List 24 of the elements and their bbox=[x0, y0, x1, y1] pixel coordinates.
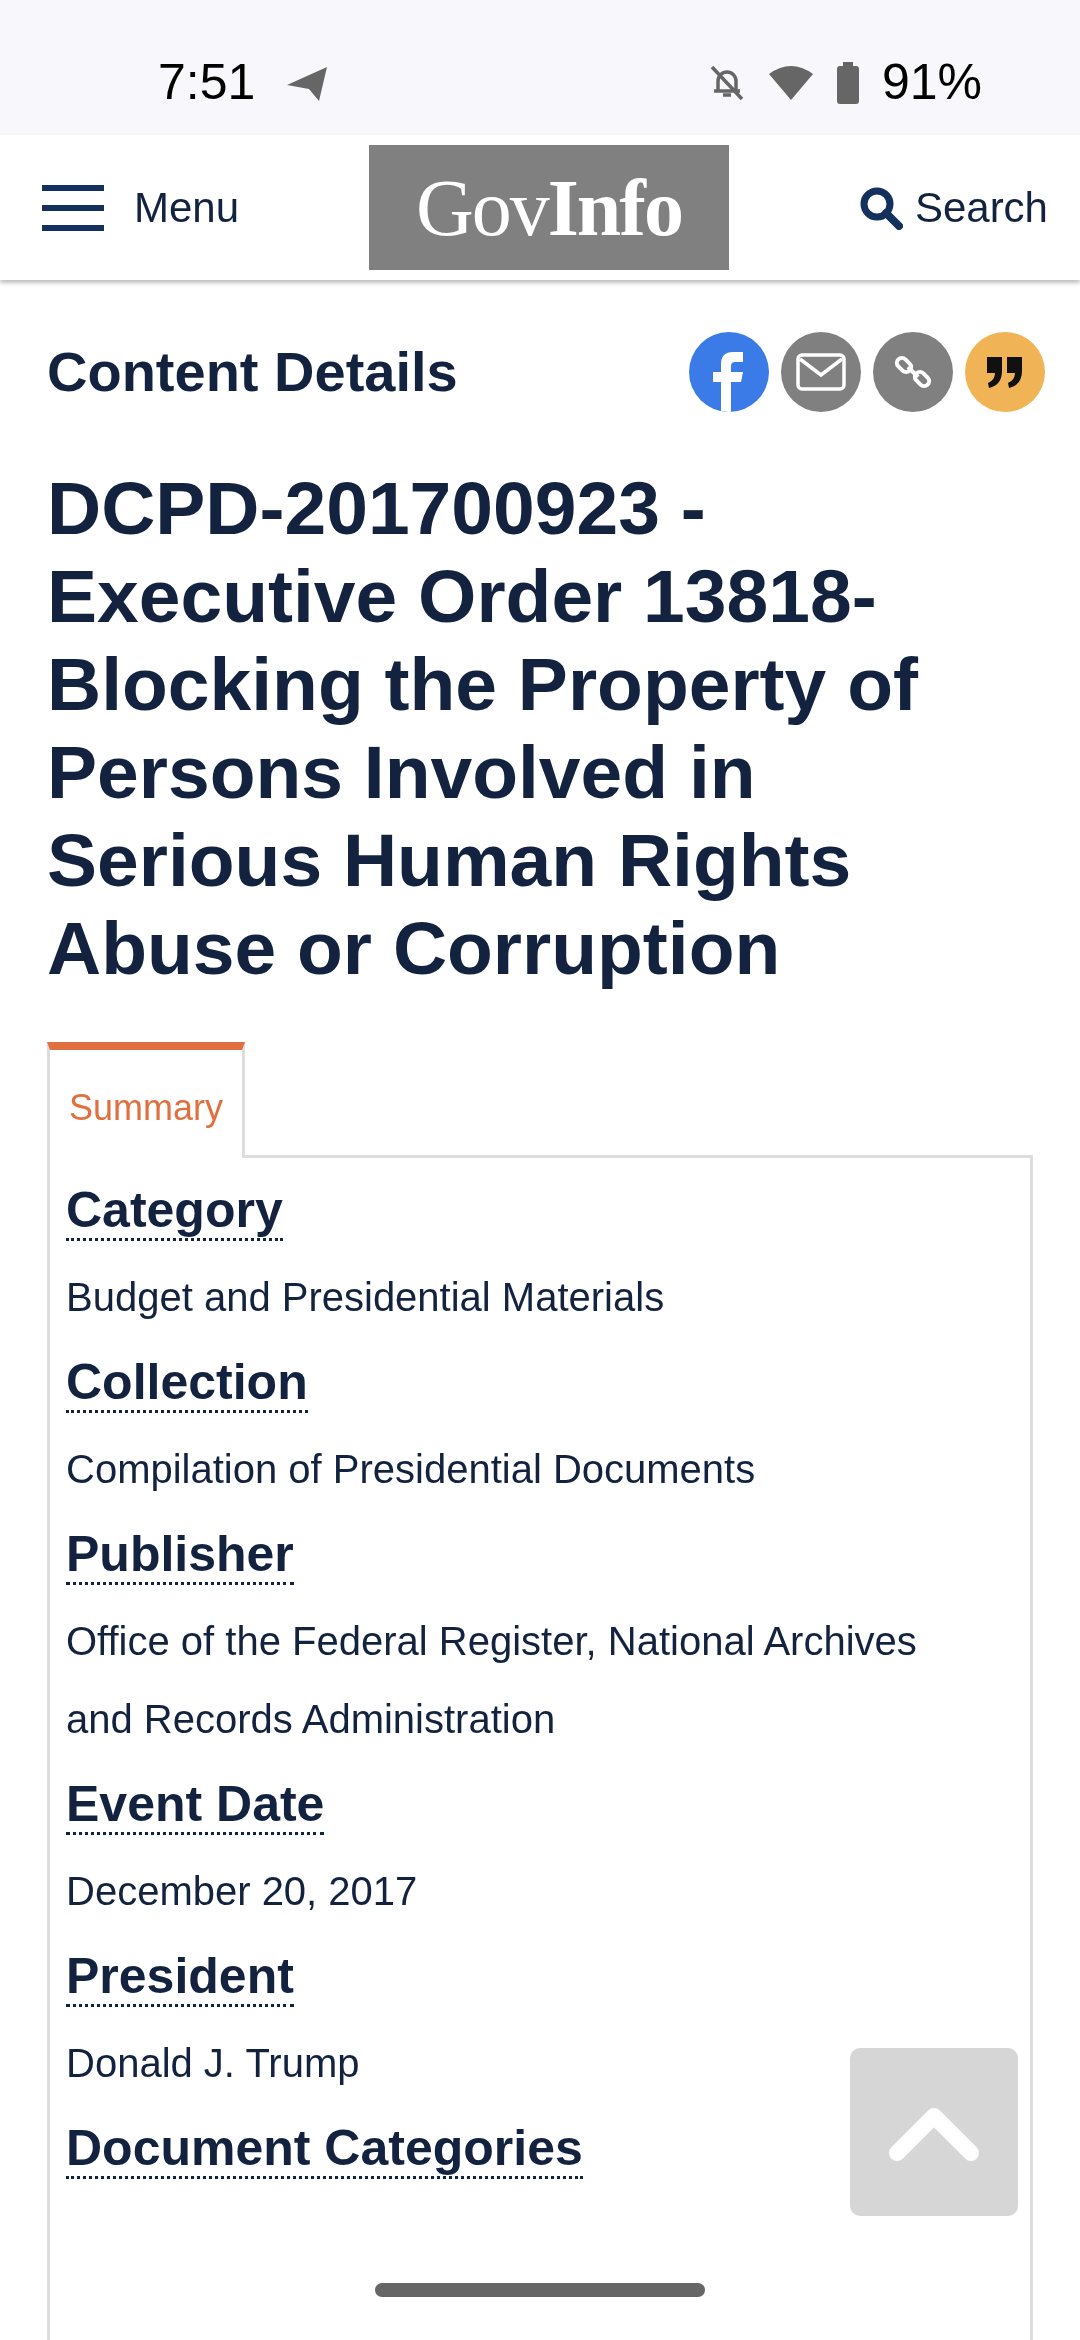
menu-button[interactable]: Menu bbox=[0, 176, 240, 239]
menu-icon bbox=[42, 184, 104, 231]
field-value: December 20, 2017 bbox=[66, 1868, 419, 1915]
status-time: 7:51 bbox=[158, 53, 256, 112]
document-title: DCPD-201700923 - Executive Order 13818-Blocking the Property of Persons Involved in Serious Human Rights Abuse or Corruption bbox=[47, 465, 919, 992]
search-icon bbox=[858, 185, 903, 230]
site-logo[interactable]: GovInfo bbox=[369, 145, 729, 270]
field-value: Office of the Federal Register, National Archives and Records Administration bbox=[66, 1618, 918, 1743]
field-label: Event Date bbox=[66, 1775, 325, 1835]
section-heading: Content Details bbox=[47, 339, 458, 405]
wifi-icon bbox=[767, 63, 814, 102]
battery-icon bbox=[835, 61, 860, 104]
field-label: Collection bbox=[66, 1353, 308, 1413]
quote-icon bbox=[985, 355, 1025, 389]
field-value: Compilation of Presidential Documents bbox=[66, 1446, 757, 1493]
field-label: Publisher bbox=[66, 1525, 294, 1585]
field-label: President bbox=[66, 1947, 294, 2007]
field-label: Category bbox=[66, 1181, 283, 1241]
field-label: Document Categories bbox=[66, 2119, 583, 2179]
field-value: Donald J. Trump bbox=[66, 2040, 361, 2087]
field-value: Budget and Presidential Materials bbox=[66, 1274, 666, 1321]
search-button[interactable]: Search bbox=[858, 176, 1080, 239]
battery-percent: 91% bbox=[881, 53, 982, 112]
envelope-icon bbox=[796, 353, 846, 391]
